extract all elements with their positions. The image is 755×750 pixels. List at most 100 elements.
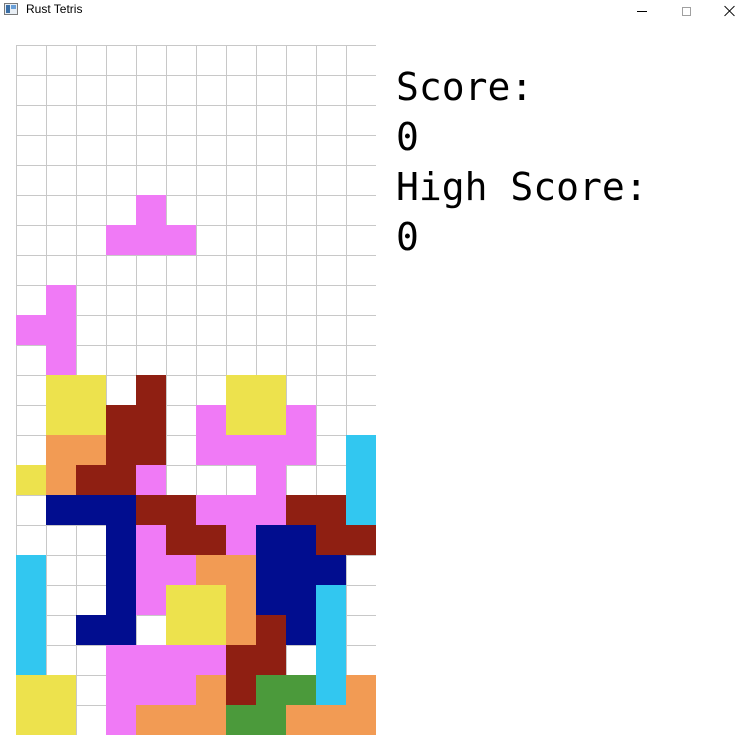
- board-cell-empty: [256, 195, 286, 225]
- board-cell-filled: [226, 495, 256, 525]
- board-cell-empty: [286, 45, 316, 75]
- board-cell-filled: [316, 525, 346, 555]
- board-cell-empty: [106, 255, 136, 285]
- board-cell-filled: [256, 525, 286, 555]
- board-cell-empty: [136, 105, 166, 135]
- board-cell-filled: [346, 495, 376, 525]
- board-cell-empty: [346, 405, 376, 435]
- board-cell-filled: [196, 435, 226, 465]
- minimize-button[interactable]: [620, 0, 664, 22]
- board-cell-empty: [256, 345, 286, 375]
- board-cell-filled: [166, 555, 196, 585]
- board-cell-empty: [196, 75, 226, 105]
- board-cell-empty: [346, 225, 376, 255]
- board-cell-empty: [16, 75, 46, 105]
- board-cell-filled: [166, 585, 196, 615]
- board-cell-empty: [196, 225, 226, 255]
- board-cell-empty: [316, 45, 346, 75]
- board-cell-empty: [286, 255, 316, 285]
- board-cell-filled: [256, 675, 286, 705]
- board-cell-empty: [196, 195, 226, 225]
- board-cell-empty: [46, 585, 76, 615]
- board-cell-filled: [136, 705, 166, 735]
- board-cell-empty: [76, 255, 106, 285]
- board-cell-filled: [226, 555, 256, 585]
- board-cell-empty: [286, 135, 316, 165]
- board-cell-empty: [106, 375, 136, 405]
- board-cell-filled: [196, 675, 226, 705]
- board-cell-empty: [196, 345, 226, 375]
- board-cell-empty: [196, 285, 226, 315]
- board-cell-filled: [16, 465, 46, 495]
- board-cell-empty: [316, 105, 346, 135]
- board-cell-empty: [346, 315, 376, 345]
- board-cell-filled: [46, 705, 76, 735]
- board-cell-empty: [106, 105, 136, 135]
- board-cell-empty: [226, 195, 256, 225]
- board-cell-filled: [46, 675, 76, 705]
- maximize-button[interactable]: [664, 0, 708, 22]
- board-cell-filled: [106, 225, 136, 255]
- board-cell-empty: [76, 105, 106, 135]
- board-cell-filled: [136, 555, 166, 585]
- board-cell-filled: [46, 345, 76, 375]
- board-cell-empty: [76, 315, 106, 345]
- board-cell-empty: [16, 405, 46, 435]
- board-cell-filled: [346, 435, 376, 465]
- board-cell-filled: [76, 465, 106, 495]
- app-window-icon[interactable]: [4, 3, 18, 15]
- board-cell-filled: [166, 225, 196, 255]
- board-cell-empty: [76, 675, 106, 705]
- board-cell-empty: [46, 165, 76, 195]
- board-cell-filled: [76, 435, 106, 465]
- board-cell-empty: [16, 375, 46, 405]
- board-cell-empty: [136, 255, 166, 285]
- board-cell-filled: [286, 675, 316, 705]
- board-cell-empty: [106, 195, 136, 225]
- board-cell-filled: [136, 435, 166, 465]
- board-cell-filled: [166, 495, 196, 525]
- board-cell-empty: [16, 135, 46, 165]
- board-cell-filled: [226, 645, 256, 675]
- board-cell-filled: [316, 675, 346, 705]
- board-cell-filled: [226, 375, 256, 405]
- board-cell-empty: [46, 75, 76, 105]
- board-cell-filled: [136, 195, 166, 225]
- close-button[interactable]: [708, 0, 752, 22]
- board-cell-empty: [316, 225, 346, 255]
- board-cell-empty: [346, 375, 376, 405]
- board-cell-filled: [286, 405, 316, 435]
- board-cell-empty: [16, 45, 46, 75]
- board-cell-empty: [286, 165, 316, 195]
- board-cell-filled: [136, 585, 166, 615]
- board-cell-empty: [196, 135, 226, 165]
- board-cell-empty: [16, 525, 46, 555]
- board-cell-empty: [76, 345, 106, 375]
- board-cell-filled: [256, 555, 286, 585]
- board-cell-empty: [316, 435, 346, 465]
- board-cell-empty: [226, 225, 256, 255]
- board-cell-filled: [106, 525, 136, 555]
- board-cell-filled: [196, 645, 226, 675]
- board-cell-filled: [256, 405, 286, 435]
- board-cell-empty: [16, 255, 46, 285]
- board-cell-filled: [196, 525, 226, 555]
- board-cell-empty: [46, 135, 76, 165]
- board-cell-empty: [76, 585, 106, 615]
- board-cell-empty: [166, 45, 196, 75]
- board-cell-filled: [16, 555, 46, 585]
- board-cell-empty: [226, 135, 256, 165]
- board-cell-filled: [196, 615, 226, 645]
- board-cell-filled: [46, 435, 76, 465]
- board-cell-filled: [256, 585, 286, 615]
- board-cell-empty: [196, 375, 226, 405]
- board-cell-filled: [316, 615, 346, 645]
- board-cell-empty: [346, 165, 376, 195]
- board-cell-empty: [346, 345, 376, 375]
- board-cell-empty: [106, 285, 136, 315]
- tetris-board[interactable]: [16, 45, 376, 735]
- board-cell-empty: [286, 285, 316, 315]
- board-cell-filled: [286, 495, 316, 525]
- board-cell-filled: [136, 645, 166, 675]
- board-cell-empty: [196, 165, 226, 195]
